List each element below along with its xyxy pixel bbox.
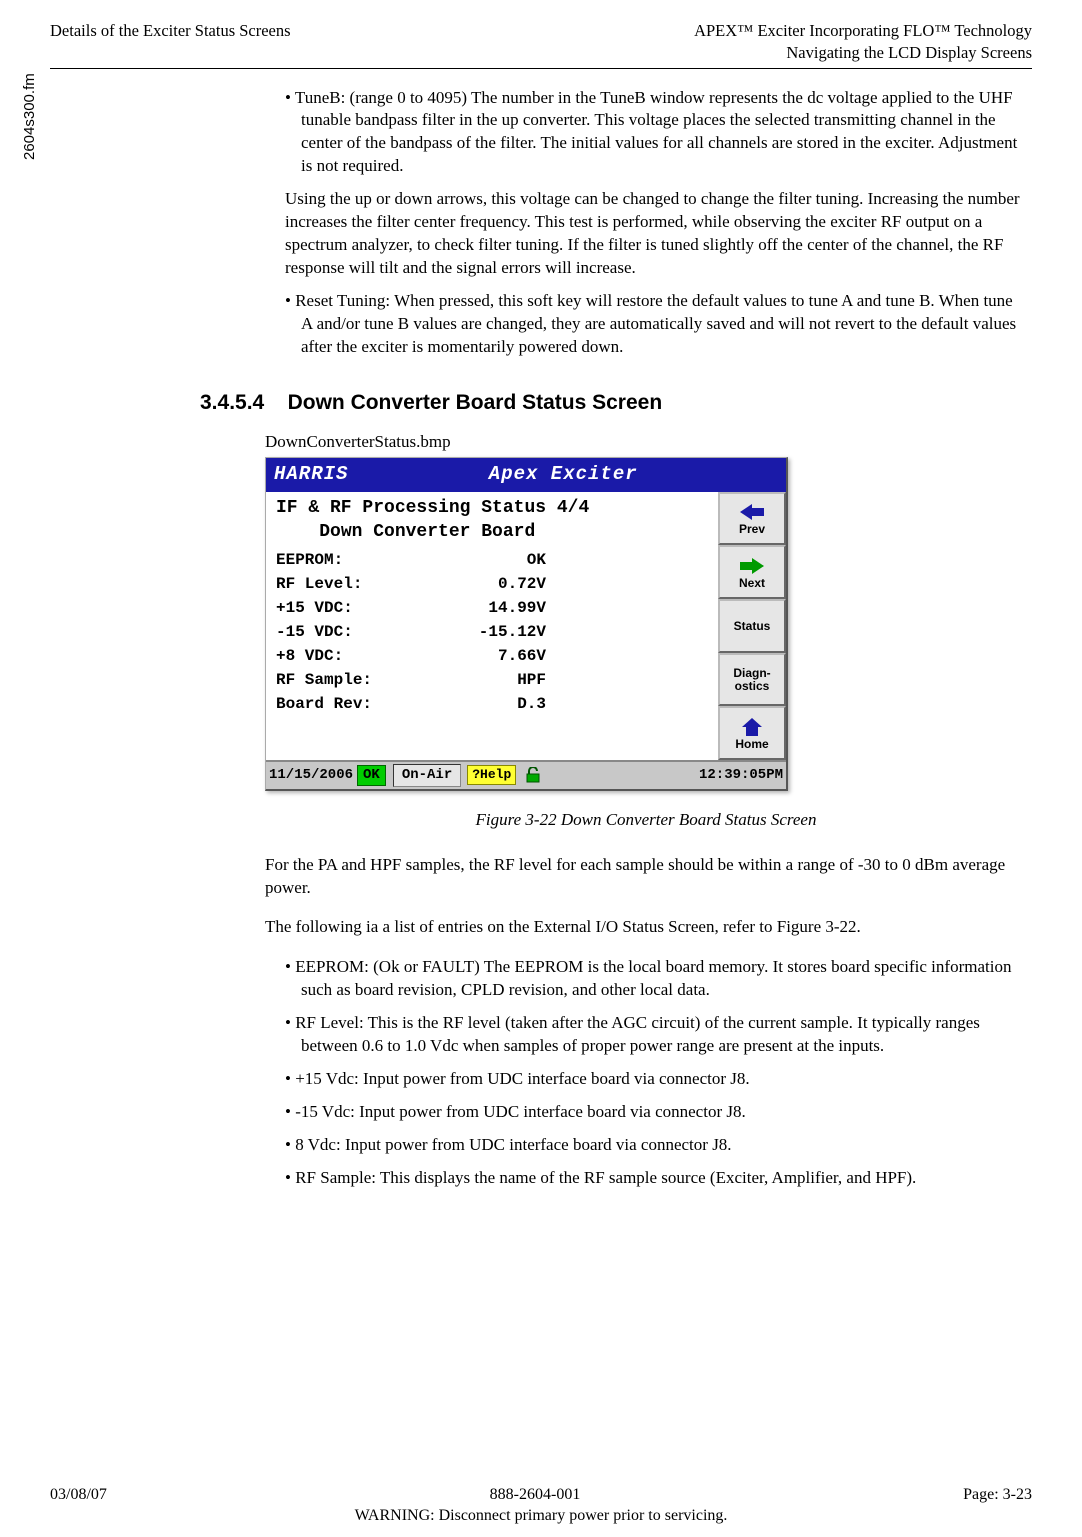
row-label: Board Rev: bbox=[276, 692, 426, 716]
content-area: TuneB: (range 0 to 4095) The number in t… bbox=[265, 87, 1027, 1190]
bullet-item: TuneB: (range 0 to 4095) The number in t… bbox=[285, 87, 1027, 179]
status-onair: On-Air bbox=[393, 764, 461, 787]
status-date: 11/15/2006 bbox=[269, 766, 353, 785]
bullet-item: Reset Tuning: When pressed, this soft ke… bbox=[285, 290, 1027, 359]
row-value: D.3 bbox=[426, 692, 546, 716]
btn-label: Status bbox=[734, 620, 771, 633]
lcd-status-bar: 11/15/2006 OK On-Air ?Help 12:39:05PM bbox=[266, 760, 786, 789]
lcd-row: +15 VDC:14.99V bbox=[276, 596, 712, 620]
header-left: Details of the Exciter Status Screens bbox=[50, 20, 291, 65]
footer-warning: WARNING: Disconnect primary power prior … bbox=[50, 1505, 1032, 1527]
bullet-item: 8 Vdc: Input power from UDC interface bo… bbox=[285, 1134, 1027, 1157]
arrow-left-icon bbox=[738, 502, 766, 522]
header-right-bottom: Navigating the LCD Display Screens bbox=[694, 42, 1032, 64]
section-title: Down Converter Board Status Screen bbox=[288, 391, 663, 414]
bullet-list-entries: EEPROM: (Ok or FAULT) The EEPROM is the … bbox=[265, 956, 1027, 1190]
home-button[interactable]: Home bbox=[718, 706, 786, 760]
lcd-rows: EEPROM:OK RF Level:0.72V +15 VDC:14.99V … bbox=[276, 548, 712, 716]
lcd-row: RF Sample:HPF bbox=[276, 668, 712, 692]
lcd-titlebar: HARRIS Apex Exciter bbox=[266, 458, 786, 492]
row-value: -15.12V bbox=[426, 620, 546, 644]
brand-logo: HARRIS bbox=[274, 462, 348, 488]
side-filename: 2604s300.fm bbox=[20, 73, 40, 160]
section-number: 3.4.5.4 bbox=[200, 391, 264, 414]
row-value: 0.72V bbox=[426, 572, 546, 596]
help-button[interactable]: ?Help bbox=[467, 765, 516, 785]
page-header: Details of the Exciter Status Screens AP… bbox=[50, 20, 1032, 69]
row-label: RF Level: bbox=[276, 572, 426, 596]
btn-label: Prev bbox=[739, 523, 765, 536]
page-footer: 03/08/07 888-2604-001 Page: 3-23 WARNING… bbox=[50, 1484, 1032, 1527]
btn-label: Next bbox=[739, 577, 765, 590]
header-right: APEX™ Exciter Incorporating FLO™ Technol… bbox=[694, 20, 1032, 65]
section-heading: 3.4.5.4 Down Converter Board Status Scre… bbox=[200, 389, 1027, 417]
status-ok-badge: OK bbox=[357, 765, 386, 786]
header-right-top: APEX™ Exciter Incorporating FLO™ Technol… bbox=[694, 20, 1032, 42]
status-time: 12:39:05PM bbox=[699, 766, 783, 785]
bullet-item: -15 Vdc: Input power from UDC interface … bbox=[285, 1101, 1027, 1124]
lcd-row: -15 VDC:-15.12V bbox=[276, 620, 712, 644]
sub-paragraph: Using the up or down arrows, this voltag… bbox=[285, 188, 1027, 280]
row-value: OK bbox=[426, 548, 546, 572]
diagnostics-button[interactable]: Diagn- ostics bbox=[718, 653, 786, 707]
bullet-list-tuneb: TuneB: (range 0 to 4095) The number in t… bbox=[265, 87, 1027, 179]
lcd-row: Board Rev:D.3 bbox=[276, 692, 712, 716]
figure-caption: Figure 3-22 Down Converter Board Status … bbox=[265, 809, 1027, 832]
row-value: HPF bbox=[426, 668, 546, 692]
footer-date: 03/08/07 bbox=[50, 1484, 107, 1506]
app-title: Apex Exciter bbox=[348, 462, 778, 488]
status-button[interactable]: Status bbox=[718, 599, 786, 653]
footer-docnum: 888-2604-001 bbox=[490, 1484, 581, 1506]
lcd-main-panel: IF & RF Processing Status 4/4 Down Conve… bbox=[266, 492, 718, 760]
row-label: +15 VDC: bbox=[276, 596, 426, 620]
paragraph: The following ia a list of entries on th… bbox=[265, 916, 1027, 939]
bullet-item: +15 Vdc: Input power from UDC interface … bbox=[285, 1068, 1027, 1091]
lock-icon bbox=[523, 767, 541, 783]
lcd-row: +8 VDC:7.66V bbox=[276, 644, 712, 668]
btn-label: Home bbox=[735, 738, 768, 751]
row-value: 7.66V bbox=[426, 644, 546, 668]
lcd-row: RF Level:0.72V bbox=[276, 572, 712, 596]
lcd-row: EEPROM:OK bbox=[276, 548, 712, 572]
footer-page: Page: 3-23 bbox=[963, 1484, 1032, 1506]
bullet-item: RF Sample: This displays the name of the… bbox=[285, 1167, 1027, 1190]
row-label: EEPROM: bbox=[276, 548, 426, 572]
row-value: 14.99V bbox=[426, 596, 546, 620]
paragraph: For the PA and HPF samples, the RF level… bbox=[265, 854, 1027, 900]
bmp-filename: DownConverterStatus.bmp bbox=[265, 431, 1027, 454]
row-label: -15 VDC: bbox=[276, 620, 426, 644]
row-label: +8 VDC: bbox=[276, 644, 426, 668]
row-label: RF Sample: bbox=[276, 668, 426, 692]
prev-button[interactable]: Prev bbox=[718, 492, 786, 546]
arrow-right-icon bbox=[738, 556, 766, 576]
lcd-body: IF & RF Processing Status 4/4 Down Conve… bbox=[266, 492, 786, 760]
bullet-item: EEPROM: (Ok or FAULT) The EEPROM is the … bbox=[285, 956, 1027, 1002]
bullet-item: RF Level: This is the RF level (taken af… bbox=[285, 1012, 1027, 1058]
lcd-screenshot: HARRIS Apex Exciter IF & RF Processing S… bbox=[265, 457, 788, 791]
home-icon bbox=[740, 717, 764, 737]
lcd-side-buttons: Prev Next Status Diagn- ostics Home bbox=[718, 492, 786, 760]
next-button[interactable]: Next bbox=[718, 545, 786, 599]
lcd-heading: IF & RF Processing Status 4/4 Down Conve… bbox=[276, 496, 712, 545]
btn-label: Diagn- ostics bbox=[733, 667, 770, 692]
bullet-list-reset: Reset Tuning: When pressed, this soft ke… bbox=[265, 290, 1027, 359]
